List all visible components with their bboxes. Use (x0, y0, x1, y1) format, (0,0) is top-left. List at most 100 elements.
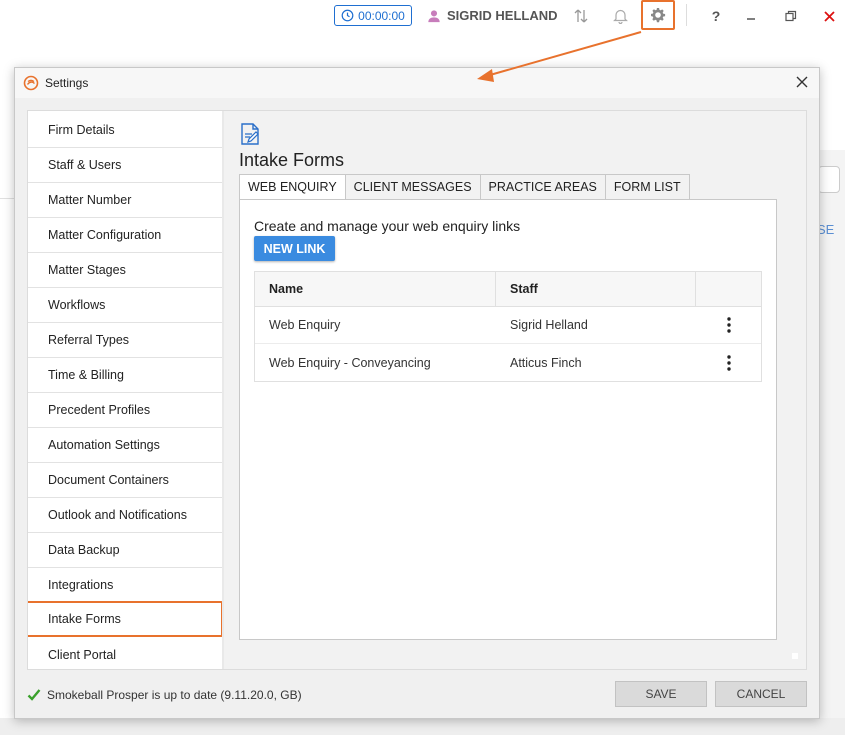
nav-item-label: Document Containers (48, 473, 169, 487)
nav-item-label: Time & Billing (48, 368, 124, 382)
timer-value: 00:00:00 (358, 8, 405, 23)
tab-client-messages[interactable]: CLIENT MESSAGES (345, 174, 481, 200)
nav-item-workflows[interactable]: Workflows (28, 288, 222, 323)
tab-bar: WEB ENQUIRY CLIENT MESSAGES PRACTICE ARE… (239, 174, 690, 200)
restore-button[interactable] (780, 5, 802, 27)
column-header-actions (696, 272, 761, 306)
resize-handle[interactable] (792, 653, 798, 659)
timer-button[interactable]: 00:00:00 (334, 5, 412, 26)
user-menu[interactable]: SIGRID HELLAND (427, 8, 558, 23)
more-options-button[interactable] (719, 352, 739, 374)
status-text: Smokeball Prosper is up to date (9.11.20… (47, 688, 302, 702)
background-input[interactable] (818, 166, 840, 193)
tab-practice-areas[interactable]: PRACTICE AREAS (480, 174, 606, 200)
user-name: SIGRID HELLAND (447, 8, 558, 23)
save-button[interactable]: SAVE (615, 681, 707, 707)
page-title: Intake Forms (239, 150, 345, 170)
panel-description: Create and manage your web enquiry links (254, 218, 521, 234)
close-icon (796, 76, 808, 88)
nav-item-staff-users[interactable]: Staff & Users (28, 148, 222, 183)
user-icon (428, 9, 440, 22)
nav-item-automation-settings[interactable]: Automation Settings (28, 428, 222, 463)
tab-web-enquiry[interactable]: WEB ENQUIRY (239, 174, 346, 200)
nav-item-label: Staff & Users (48, 158, 122, 172)
close-icon (823, 10, 835, 22)
topbar-divider (686, 4, 687, 26)
links-table: Name Staff Web Enquiry Sigrid Helland We… (254, 271, 762, 382)
dialog-titlebar: Settings (15, 68, 819, 98)
kebab-menu-icon (726, 354, 731, 371)
tab-label: FORM LIST (613, 180, 681, 194)
new-link-button[interactable]: NEW LINK (254, 236, 335, 261)
row-staff: Sigrid Helland (510, 318, 588, 332)
nav-item-label: Referral Types (48, 333, 130, 347)
restore-icon (785, 10, 797, 22)
row-staff: Atticus Finch (510, 355, 582, 370)
nav-item-precedent-profiles[interactable]: Precedent Profiles (28, 393, 222, 428)
settings-dialog: Settings Firm Details Staff & Users Matt… (14, 67, 820, 719)
tab-label: PRACTICE AREAS (488, 180, 597, 194)
nav-item-matter-stages[interactable]: Matter Stages (28, 253, 222, 288)
more-options-button[interactable] (719, 314, 739, 336)
nav-item-integrations[interactable]: Integrations (28, 568, 222, 603)
nav-item-label: Precedent Profiles (48, 403, 151, 417)
help-label: ? (711, 8, 721, 24)
web-enquiry-panel: Create and manage your web enquiry links… (239, 199, 777, 640)
nav-item-label: Matter Stages (48, 263, 126, 277)
nav-item-referral-types[interactable]: Referral Types (28, 323, 222, 358)
nav-item-matter-number[interactable]: Matter Number (28, 183, 222, 218)
row-actions-cell (696, 344, 761, 381)
nav-item-label: Matter Configuration (48, 228, 162, 242)
column-header-staff[interactable]: Staff (496, 272, 696, 306)
nav-item-document-containers[interactable]: Document Containers (28, 463, 222, 498)
dialog-content: Firm Details Staff & Users Matter Number… (27, 110, 807, 670)
settings-main: Intake Forms WEB ENQUIRY CLIENT MESSAGES… (224, 111, 806, 669)
row-actions-cell (696, 307, 761, 343)
nav-item-label: Data Backup (48, 543, 120, 557)
background-footer (0, 718, 845, 735)
smokeball-logo-icon (23, 75, 39, 91)
nav-item-firm-details[interactable]: Firm Details (28, 113, 222, 148)
dialog-title: Settings (45, 76, 89, 90)
nav-item-label: Firm Details (48, 123, 115, 137)
nav-item-label: Outlook and Notifications (48, 508, 187, 522)
column-header-name[interactable]: Name (255, 272, 496, 306)
nav-item-client-portal[interactable]: Client Portal (28, 638, 222, 669)
close-app-button[interactable] (818, 5, 840, 27)
nav-item-label: Matter Number (48, 193, 132, 207)
app-topbar: 00:00:00 SIGRID HELLAND ? (0, 0, 845, 34)
bell-icon[interactable] (609, 5, 631, 27)
settings-button[interactable] (641, 0, 675, 30)
tab-label: WEB ENQUIRY (248, 180, 337, 194)
table-header: Name Staff (255, 272, 761, 307)
checkmark-icon (27, 689, 41, 701)
minimize-icon (747, 18, 755, 20)
settings-nav: Firm Details Staff & Users Matter Number… (28, 111, 222, 669)
tab-form-list[interactable]: FORM LIST (605, 174, 690, 200)
nav-item-label: Intake Forms (48, 612, 121, 626)
clock-icon (341, 9, 354, 22)
nav-item-data-backup[interactable]: Data Backup (28, 533, 222, 568)
nav-item-label: Integrations (48, 578, 114, 592)
gear-icon (651, 8, 666, 23)
form-edit-icon (241, 123, 259, 145)
status-bar: Smokeball Prosper is up to date (9.11.20… (27, 688, 302, 702)
row-name: Web Enquiry - Conveyancing (269, 355, 431, 370)
row-name: Web Enquiry (269, 318, 341, 332)
nav-item-label: Client Portal (48, 648, 117, 662)
nav-item-intake-forms[interactable]: Intake Forms (28, 601, 222, 637)
nav-item-label: Automation Settings (48, 438, 160, 452)
nav-item-label: Workflows (48, 298, 106, 312)
nav-item-outlook-notifications[interactable]: Outlook and Notifications (28, 498, 222, 533)
kebab-menu-icon (726, 317, 731, 333)
background-panel (820, 150, 845, 735)
help-button[interactable]: ? (705, 5, 727, 27)
sync-icon[interactable] (570, 5, 592, 27)
nav-item-matter-configuration[interactable]: Matter Configuration (28, 218, 222, 253)
cancel-button[interactable]: CANCEL (715, 681, 807, 707)
dialog-close-button[interactable] (793, 73, 811, 91)
minimize-button[interactable] (740, 5, 762, 27)
table-row[interactable]: Web Enquiry Sigrid Helland (255, 307, 761, 344)
nav-item-time-billing[interactable]: Time & Billing (28, 358, 222, 393)
table-row[interactable]: Web Enquiry - Conveyancing Atticus Finch (255, 344, 761, 381)
